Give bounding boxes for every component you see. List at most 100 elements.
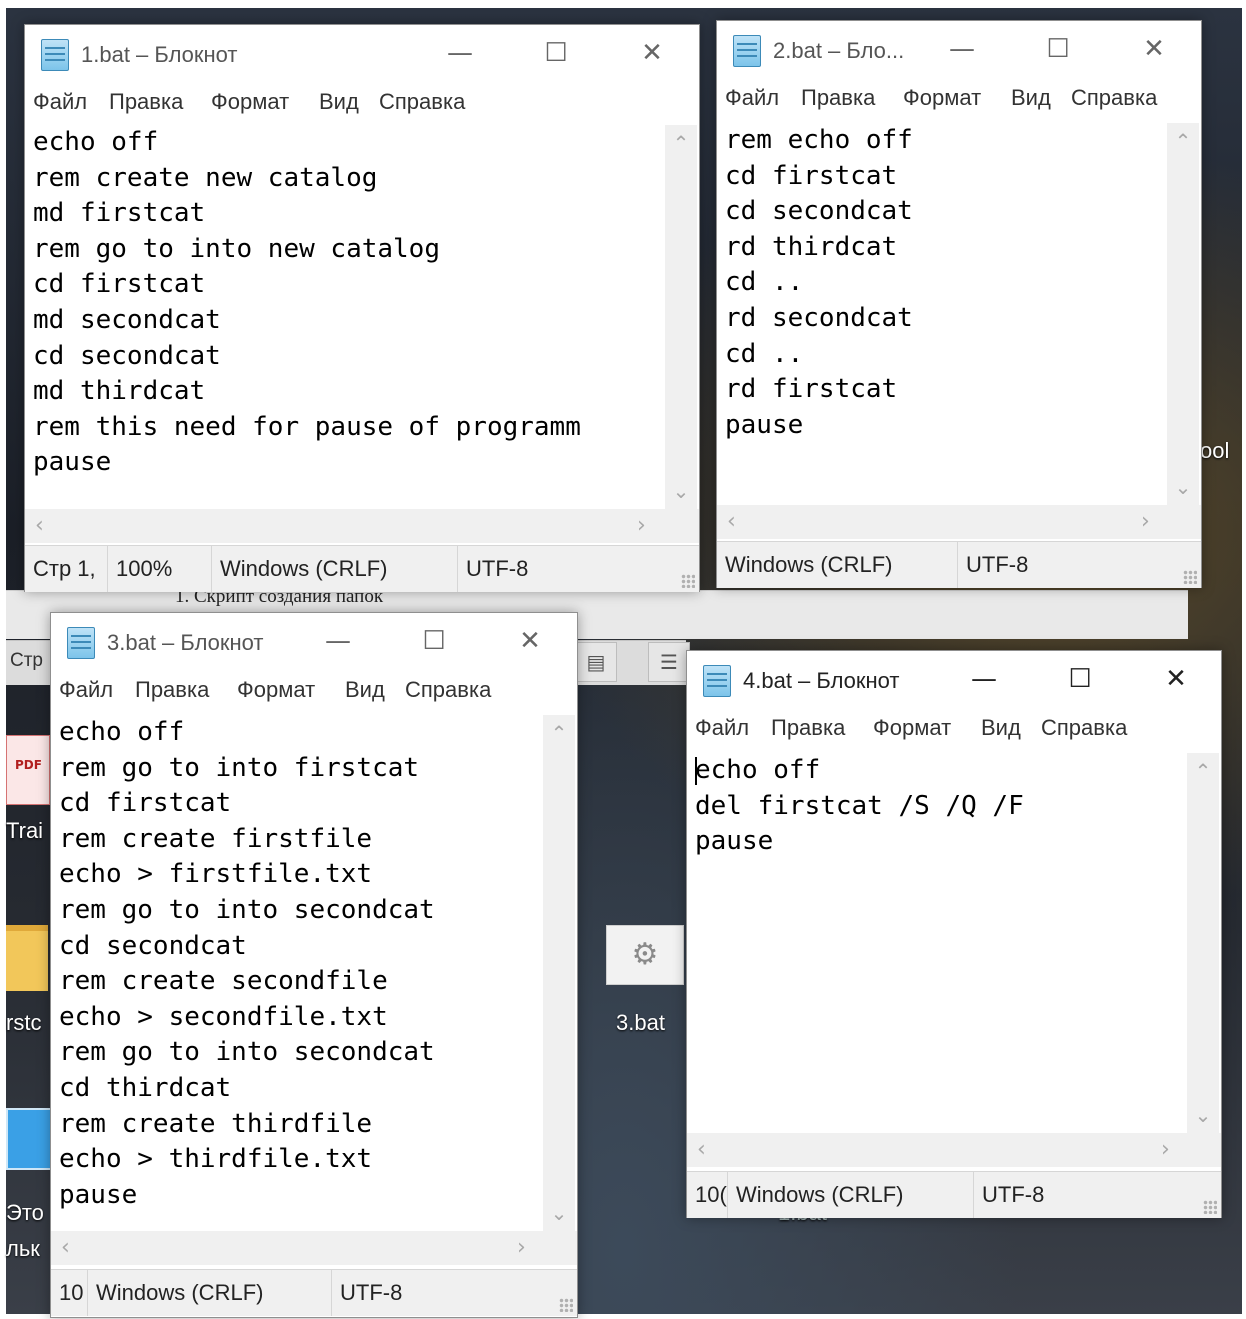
gear-icon[interactable]: ⚙ — [606, 925, 684, 985]
menu-view[interactable]: Вид — [345, 677, 385, 703]
minimize-icon[interactable]: — — [315, 621, 361, 661]
scroll-left-icon[interactable]: ‹ — [35, 513, 44, 538]
read-mode-icon[interactable]: ▤ — [575, 642, 617, 682]
code-line: cd firstcat — [59, 788, 232, 819]
menu-help[interactable]: Справка — [1041, 715, 1127, 741]
desktop-icon-label[interactable]: Trai — [6, 818, 43, 844]
close-icon[interactable]: ✕ — [629, 33, 675, 73]
horizontal-scrollbar[interactable]: ‹ › — [687, 1133, 1221, 1167]
code-line: cd firstcat — [725, 160, 898, 191]
status-line-ending: Windows (CRLF) — [87, 1270, 332, 1316]
titlebar[interactable]: 1.bat – Блокнот — ☐ ✕ — [25, 25, 699, 83]
vertical-scrollbar[interactable]: ⌃ ⌄ — [543, 715, 575, 1231]
menu-edit[interactable]: Правка — [109, 89, 183, 115]
titlebar[interactable]: 2.bat – Бло... — ☐ ✕ — [717, 21, 1201, 79]
menu-file[interactable]: Файл — [725, 85, 779, 111]
scroll-left-icon[interactable]: ‹ — [697, 1137, 706, 1162]
code-line: pause — [59, 1179, 138, 1210]
code-line: rem go to into firstcat — [59, 752, 420, 783]
pdf-file-icon[interactable]: PDF — [6, 735, 50, 805]
this-pc-icon[interactable] — [6, 1108, 52, 1170]
menu-format[interactable]: Формат — [903, 85, 981, 111]
close-icon[interactable]: ✕ — [507, 621, 553, 661]
status-bar: Windows (CRLF) UTF-8 — [717, 541, 1201, 588]
desktop-icon-label[interactable]: ool — [1200, 438, 1229, 464]
close-icon[interactable]: ✕ — [1131, 29, 1177, 69]
scroll-down-icon[interactable]: ⌄ — [1167, 475, 1199, 499]
scroll-right-icon[interactable]: › — [517, 1235, 526, 1260]
titlebar[interactable]: 3.bat – Блокнот — ☐ ✕ — [51, 613, 577, 671]
window-title: 4.bat – Блокнот — [743, 668, 900, 693]
resize-grip-icon[interactable] — [1203, 1200, 1217, 1214]
resize-grip-icon[interactable] — [1183, 570, 1197, 584]
horizontal-scrollbar[interactable]: ‹ › — [25, 509, 699, 543]
desktop-icon-label-3bat[interactable]: 3.bat — [616, 1010, 665, 1036]
status-bar: 10 Windows (CRLF) UTF-8 — [51, 1269, 577, 1316]
menu-format[interactable]: Формат — [237, 677, 315, 703]
status-zoom: 100% — [107, 546, 212, 592]
titlebar[interactable]: 4.bat – Блокнот — ☐ ✕ — [687, 651, 1221, 709]
code-line: rem this need for pause of programm — [33, 411, 581, 442]
notepad-icon — [41, 39, 69, 71]
text-editor[interactable]: echo off del firstcat /S /Q /F pause — [687, 753, 1187, 1133]
code-line: rem create new catalog — [33, 162, 378, 193]
print-layout-icon[interactable]: ☰ — [648, 642, 690, 682]
scroll-right-icon[interactable]: › — [1141, 509, 1150, 534]
scroll-up-icon[interactable]: ⌃ — [1167, 129, 1199, 153]
status-line-ending: Windows (CRLF) — [727, 1172, 974, 1218]
code-line: pause — [33, 447, 112, 478]
text-editor[interactable]: echo off rem create new catalog md first… — [25, 125, 665, 509]
menu-file[interactable]: Файл — [33, 89, 87, 115]
menu-view[interactable]: Вид — [1011, 85, 1051, 111]
scroll-down-icon[interactable]: ⌄ — [543, 1201, 575, 1225]
scroll-right-icon[interactable]: › — [1161, 1137, 1170, 1162]
code-line: echo off — [695, 755, 821, 785]
scroll-down-icon[interactable]: ⌄ — [665, 479, 697, 503]
menu-edit[interactable]: Правка — [801, 85, 875, 111]
close-icon[interactable]: ✕ — [1153, 659, 1199, 699]
menu-format[interactable]: Формат — [211, 89, 289, 115]
minimize-icon[interactable]: — — [939, 29, 985, 69]
minimize-icon[interactable]: — — [961, 659, 1007, 699]
scroll-left-icon[interactable]: ‹ — [727, 509, 736, 534]
menu-help[interactable]: Справка — [1071, 85, 1157, 111]
menu-help[interactable]: Справка — [379, 89, 465, 115]
scroll-left-icon[interactable]: ‹ — [61, 1235, 70, 1260]
code-line: rd firstcat — [725, 374, 898, 405]
status-bar: 10( Windows (CRLF) UTF-8 — [687, 1171, 1221, 1218]
desktop-icon-label[interactable]: rstc — [6, 1010, 41, 1036]
text-editor[interactable]: echo off rem go to into firstcat cd firs… — [51, 715, 543, 1231]
code-line: del firstcat /S /Q /F — [695, 790, 1024, 821]
maximize-icon[interactable]: ☐ — [411, 621, 457, 661]
vertical-scrollbar[interactable]: ⌃ ⌄ — [1167, 123, 1199, 505]
menu-format[interactable]: Формат — [873, 715, 951, 741]
maximize-icon[interactable]: ☐ — [1035, 29, 1081, 69]
menu-file[interactable]: Файл — [695, 715, 749, 741]
scroll-right-icon[interactable]: › — [637, 513, 646, 538]
maximize-icon[interactable]: ☐ — [1057, 659, 1103, 699]
minimize-icon[interactable]: — — [437, 33, 483, 73]
menu-help[interactable]: Справка — [405, 677, 491, 703]
menu-edit[interactable]: Правка — [771, 715, 845, 741]
code-line: rd secondcat — [725, 302, 913, 333]
menu-view[interactable]: Вид — [319, 89, 359, 115]
resize-grip-icon[interactable] — [681, 574, 695, 588]
scroll-up-icon[interactable]: ⌃ — [543, 721, 575, 745]
vertical-scrollbar[interactable]: ⌃ ⌄ — [1187, 753, 1219, 1133]
scroll-up-icon[interactable]: ⌃ — [665, 131, 697, 155]
scroll-up-icon[interactable]: ⌃ — [1187, 759, 1219, 783]
horizontal-scrollbar[interactable]: ‹ › — [717, 505, 1201, 539]
maximize-icon[interactable]: ☐ — [533, 33, 579, 73]
menu-view[interactable]: Вид — [981, 715, 1021, 741]
desktop-icon-label[interactable]: Это — [6, 1200, 44, 1226]
resize-grip-icon[interactable] — [559, 1298, 573, 1312]
menu-edit[interactable]: Правка — [135, 677, 209, 703]
scroll-down-icon[interactable]: ⌄ — [1187, 1103, 1219, 1127]
desktop-icon-label[interactable]: льк — [6, 1236, 40, 1262]
notepad-window-4bat: 4.bat – Блокнот — ☐ ✕ Файл Правка Формат… — [686, 650, 1222, 1218]
folder-icon[interactable] — [6, 925, 48, 991]
menu-file[interactable]: Файл — [59, 677, 113, 703]
vertical-scrollbar[interactable]: ⌃ ⌄ — [665, 125, 697, 509]
text-editor[interactable]: rem echo off cd firstcat cd secondcat rd… — [717, 123, 1167, 505]
horizontal-scrollbar[interactable]: ‹ › — [51, 1231, 577, 1265]
